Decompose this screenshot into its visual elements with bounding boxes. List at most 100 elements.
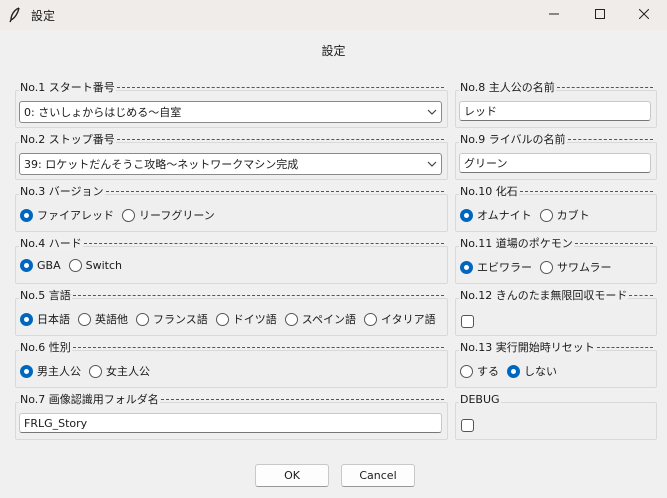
legend-label: No.9 ライバルの名前	[459, 131, 567, 147]
radio-dot	[460, 208, 473, 222]
group-fossil: No.10 化石 オムナイト カブト	[455, 183, 657, 232]
chevron-down-icon	[427, 107, 437, 117]
fossil-radio-group: オムナイト カブト	[460, 207, 598, 223]
radio-dot	[78, 312, 91, 326]
image-folder-value: FRLG_Story	[24, 416, 88, 430]
group-legend: No.3 バージョン	[19, 183, 444, 199]
radio-japanese[interactable]: 日本語	[20, 311, 70, 327]
radio-dot	[507, 364, 520, 378]
legend-divider	[596, 347, 653, 348]
cancel-label: Cancel	[359, 469, 397, 482]
minimize-button[interactable]	[531, 0, 577, 30]
radio-gba[interactable]: GBA	[20, 259, 61, 272]
page-title: 設定	[321, 44, 346, 58]
legend-divider	[116, 87, 444, 88]
radio-dot	[20, 208, 33, 222]
legend-divider	[160, 399, 444, 400]
start-number-value: 0: さいしょからはじめる～自室	[24, 106, 182, 119]
radio-dot	[20, 259, 33, 272]
chevron-down-icon	[427, 159, 437, 169]
radio-omanyte[interactable]: オムナイト	[460, 207, 532, 223]
radio-label: フランス語	[153, 313, 208, 326]
group-version: No.3 バージョン ファイアレッド リーフグリーン	[15, 183, 448, 232]
ok-label: OK	[284, 469, 300, 482]
minimize-icon	[549, 9, 559, 22]
group-legend: No.11 道場のポケモン	[459, 235, 653, 251]
radio-label: 日本語	[37, 313, 70, 326]
group-legend: No.2 ストップ番号	[19, 131, 444, 147]
hero-name-input[interactable]: レッド	[459, 101, 651, 121]
radio-label: オムナイト	[477, 209, 532, 222]
radio-label: GBA	[37, 259, 61, 272]
radio-spanish[interactable]: スペイン語	[284, 311, 356, 327]
start-number-select[interactable]: 0: さいしょからはじめる～自室	[19, 101, 442, 123]
group-stop-number: No.2 ストップ番号 39: ロケットだんそうこ攻略～ネットワークマシン完成	[15, 131, 448, 180]
radio-dot	[539, 208, 553, 222]
group-start-number: No.1 スタート番号 0: さいしょからはじめる～自室	[15, 79, 448, 128]
close-button[interactable]	[621, 0, 667, 30]
radio-hitmonchan[interactable]: エビワラー	[460, 259, 532, 275]
radio-female-hero[interactable]: 女主人公	[89, 363, 150, 379]
legend-divider	[556, 87, 653, 88]
radio-label: リーフグリーン	[139, 209, 215, 222]
radio-dot	[460, 364, 473, 378]
language-radio-group: 日本語 英語他 フランス語 ドイツ語 スペイン語 イタリア語	[20, 311, 436, 327]
hero-name-value: レッド	[464, 105, 497, 118]
radio-hitmonlee[interactable]: サワムラー	[540, 259, 611, 275]
group-legend: No.9 ライバルの名前	[459, 131, 653, 147]
maximize-icon	[595, 8, 605, 22]
radio-male-hero[interactable]: 男主人公	[20, 363, 81, 379]
radio-label: する	[477, 365, 499, 378]
radio-reset-no[interactable]: しない	[507, 363, 557, 379]
group-dojo-pokemon: No.11 道場のポケモン エビワラー サワムラー	[455, 235, 657, 284]
rival-name-input[interactable]: グリーン	[459, 153, 651, 173]
radio-dot	[460, 260, 473, 274]
legend-label: No.11 道場のポケモン	[459, 235, 574, 251]
legend-label: No.7 画像認識用フォルダ名	[19, 391, 160, 407]
radio-french[interactable]: フランス語	[136, 311, 208, 327]
radio-leaf-green[interactable]: リーフグリーン	[122, 207, 215, 223]
group-legend: No.12 きんのたま無限回収モード	[459, 287, 653, 303]
radio-kabuto[interactable]: カブト	[539, 207, 590, 223]
radio-label: イタリア語	[381, 313, 436, 326]
stop-number-value: 39: ロケットだんそうこ攻略～ネットワークマシン完成	[24, 158, 299, 171]
group-image-folder: No.7 画像認識用フォルダ名 FRLG_Story	[15, 391, 448, 440]
image-folder-input[interactable]: FRLG_Story	[19, 413, 442, 433]
stop-number-select[interactable]: 39: ロケットだんそうこ攻略～ネットワークマシン完成	[19, 153, 442, 175]
radio-reset-yes[interactable]: する	[460, 363, 499, 379]
hardware-radio-group: GBA Switch	[20, 259, 130, 272]
group-hardware: No.4 ハード GBA Switch	[15, 235, 448, 284]
radio-label: 女主人公	[106, 365, 150, 378]
legend-label: No.1 スタート番号	[19, 79, 116, 95]
radio-label: ファイアレッド	[37, 209, 114, 222]
maximize-button[interactable]	[577, 0, 623, 30]
debug-checkbox[interactable]	[461, 419, 474, 432]
nugget-mode-checkbox[interactable]	[461, 315, 474, 328]
radio-label: 男主人公	[37, 365, 81, 378]
legend-divider	[116, 139, 444, 140]
radio-italian[interactable]: イタリア語	[364, 311, 436, 327]
cancel-button[interactable]: Cancel	[341, 464, 415, 487]
radio-dot	[20, 312, 33, 326]
radio-switch[interactable]: Switch	[68, 259, 122, 272]
radio-label: エビワラー	[477, 261, 532, 274]
radio-label: サワムラー	[557, 261, 612, 274]
legend-label: No.3 バージョン	[19, 183, 105, 199]
radio-english[interactable]: 英語他	[78, 311, 128, 327]
ok-button[interactable]: OK	[255, 464, 329, 487]
legend-divider	[567, 139, 653, 140]
radio-german[interactable]: ドイツ語	[215, 311, 277, 327]
legend-label: No.5 言語	[19, 287, 72, 303]
reset-radio-group: する しない	[460, 363, 565, 379]
radio-label: しない	[524, 365, 557, 378]
version-radio-group: ファイアレッド リーフグリーン	[20, 207, 223, 223]
group-legend: No.7 画像認識用フォルダ名	[19, 391, 444, 407]
radio-dot	[540, 260, 553, 274]
radio-label: カブト	[556, 209, 590, 222]
title-bar: 設定	[0, 0, 667, 30]
group-legend: No.4 ハード	[19, 235, 444, 251]
legend-divider	[519, 191, 653, 192]
radio-fire-red[interactable]: ファイアレッド	[20, 207, 114, 223]
radio-dot	[20, 364, 33, 378]
group-hero-name: No.8 主人公の名前 レッド	[455, 79, 657, 128]
